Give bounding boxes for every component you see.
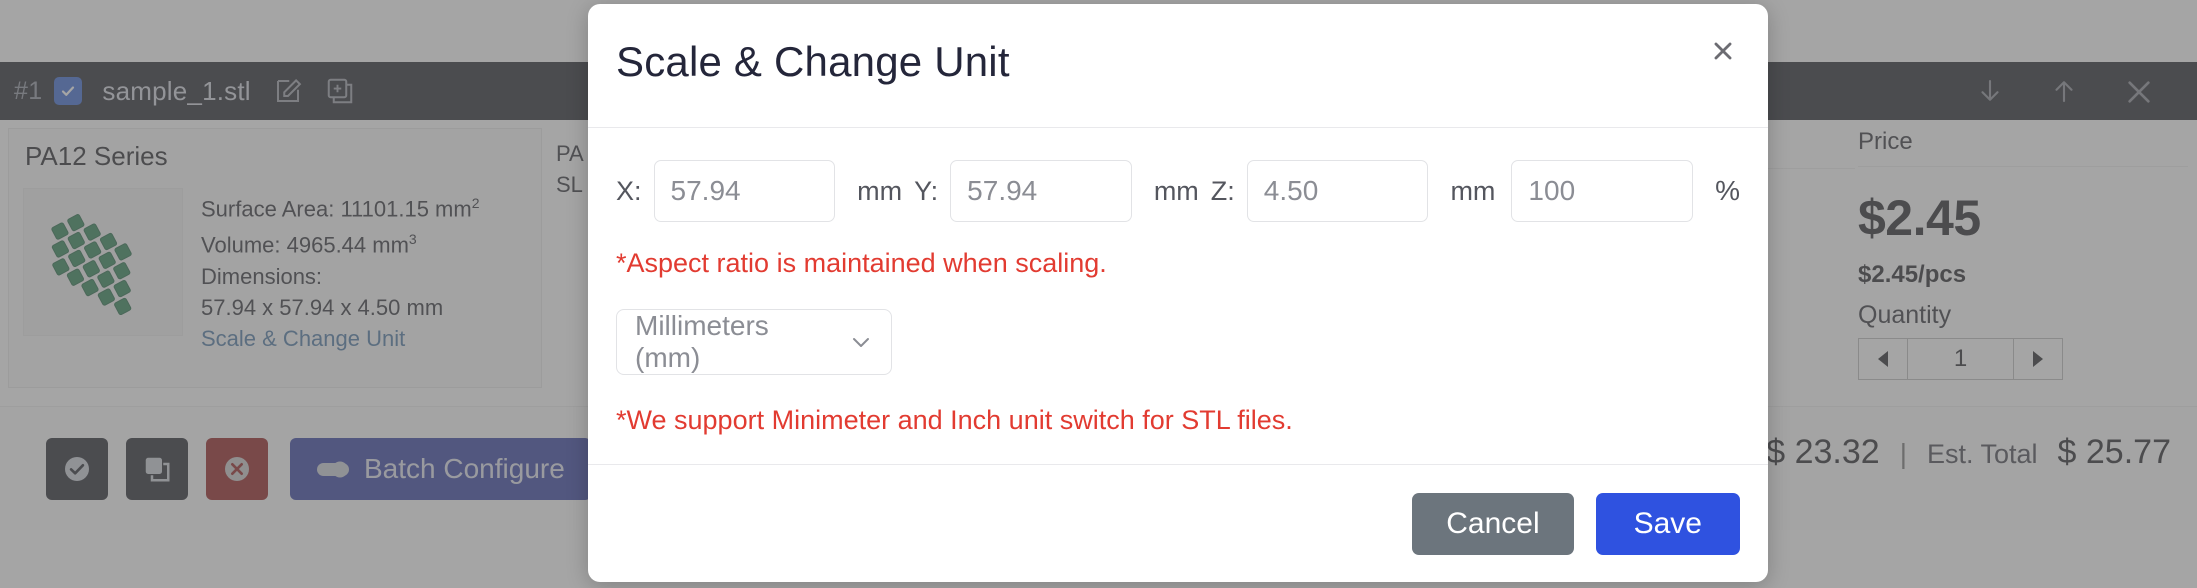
modal-header: Scale & Change Unit <box>588 4 1768 128</box>
modal-body: X: 57.94 mm Y: 57.94 mm Z: 4.50 mm 100 %… <box>588 128 1768 464</box>
unit-select[interactable]: Millimeters (mm) <box>616 309 892 375</box>
cancel-button[interactable]: Cancel <box>1412 492 1574 555</box>
close-icon <box>1714 42 1732 60</box>
percent-input-value: 100 <box>1528 175 1576 206</box>
modal-footer: Cancel Save <box>588 464 1768 582</box>
z-unit-label: mm <box>1450 175 1496 206</box>
x-input-value: 57.94 <box>670 175 741 206</box>
x-input[interactable]: 57.94 <box>653 160 836 222</box>
modal-title: Scale & Change Unit <box>616 38 1010 85</box>
z-field-label: Z: <box>1210 175 1235 206</box>
chevron-down-icon <box>853 338 869 347</box>
percent-input[interactable]: 100 <box>1511 160 1694 222</box>
percent-suffix-label: % <box>1715 175 1740 206</box>
x-field-label: X: <box>616 175 642 206</box>
y-input[interactable]: 57.94 <box>950 160 1132 222</box>
y-unit-label: mm <box>1153 175 1199 206</box>
dimension-inputs-row: X: 57.94 mm Y: 57.94 mm Z: 4.50 mm 100 % <box>616 160 1740 222</box>
unit-select-value: Millimeters (mm) <box>635 310 769 373</box>
scale-change-unit-modal: Scale & Change Unit X: 57.94 mm Y: 57.94… <box>588 4 1768 582</box>
unit-support-warning: *We support Minimeter and Inch unit swit… <box>616 405 1293 435</box>
app-root: #1 sample_1.stl <box>0 0 2197 588</box>
modal-close-button[interactable] <box>1706 34 1740 68</box>
z-input[interactable]: 4.50 <box>1246 160 1429 222</box>
save-button[interactable]: Save <box>1595 492 1740 555</box>
aspect-ratio-warning: *Aspect ratio is maintained when scaling… <box>616 248 1107 278</box>
z-input-value: 4.50 <box>1263 175 1319 206</box>
y-field-label: Y: <box>914 175 939 206</box>
y-input-value: 57.94 <box>967 175 1038 206</box>
x-unit-label: mm <box>857 175 903 206</box>
